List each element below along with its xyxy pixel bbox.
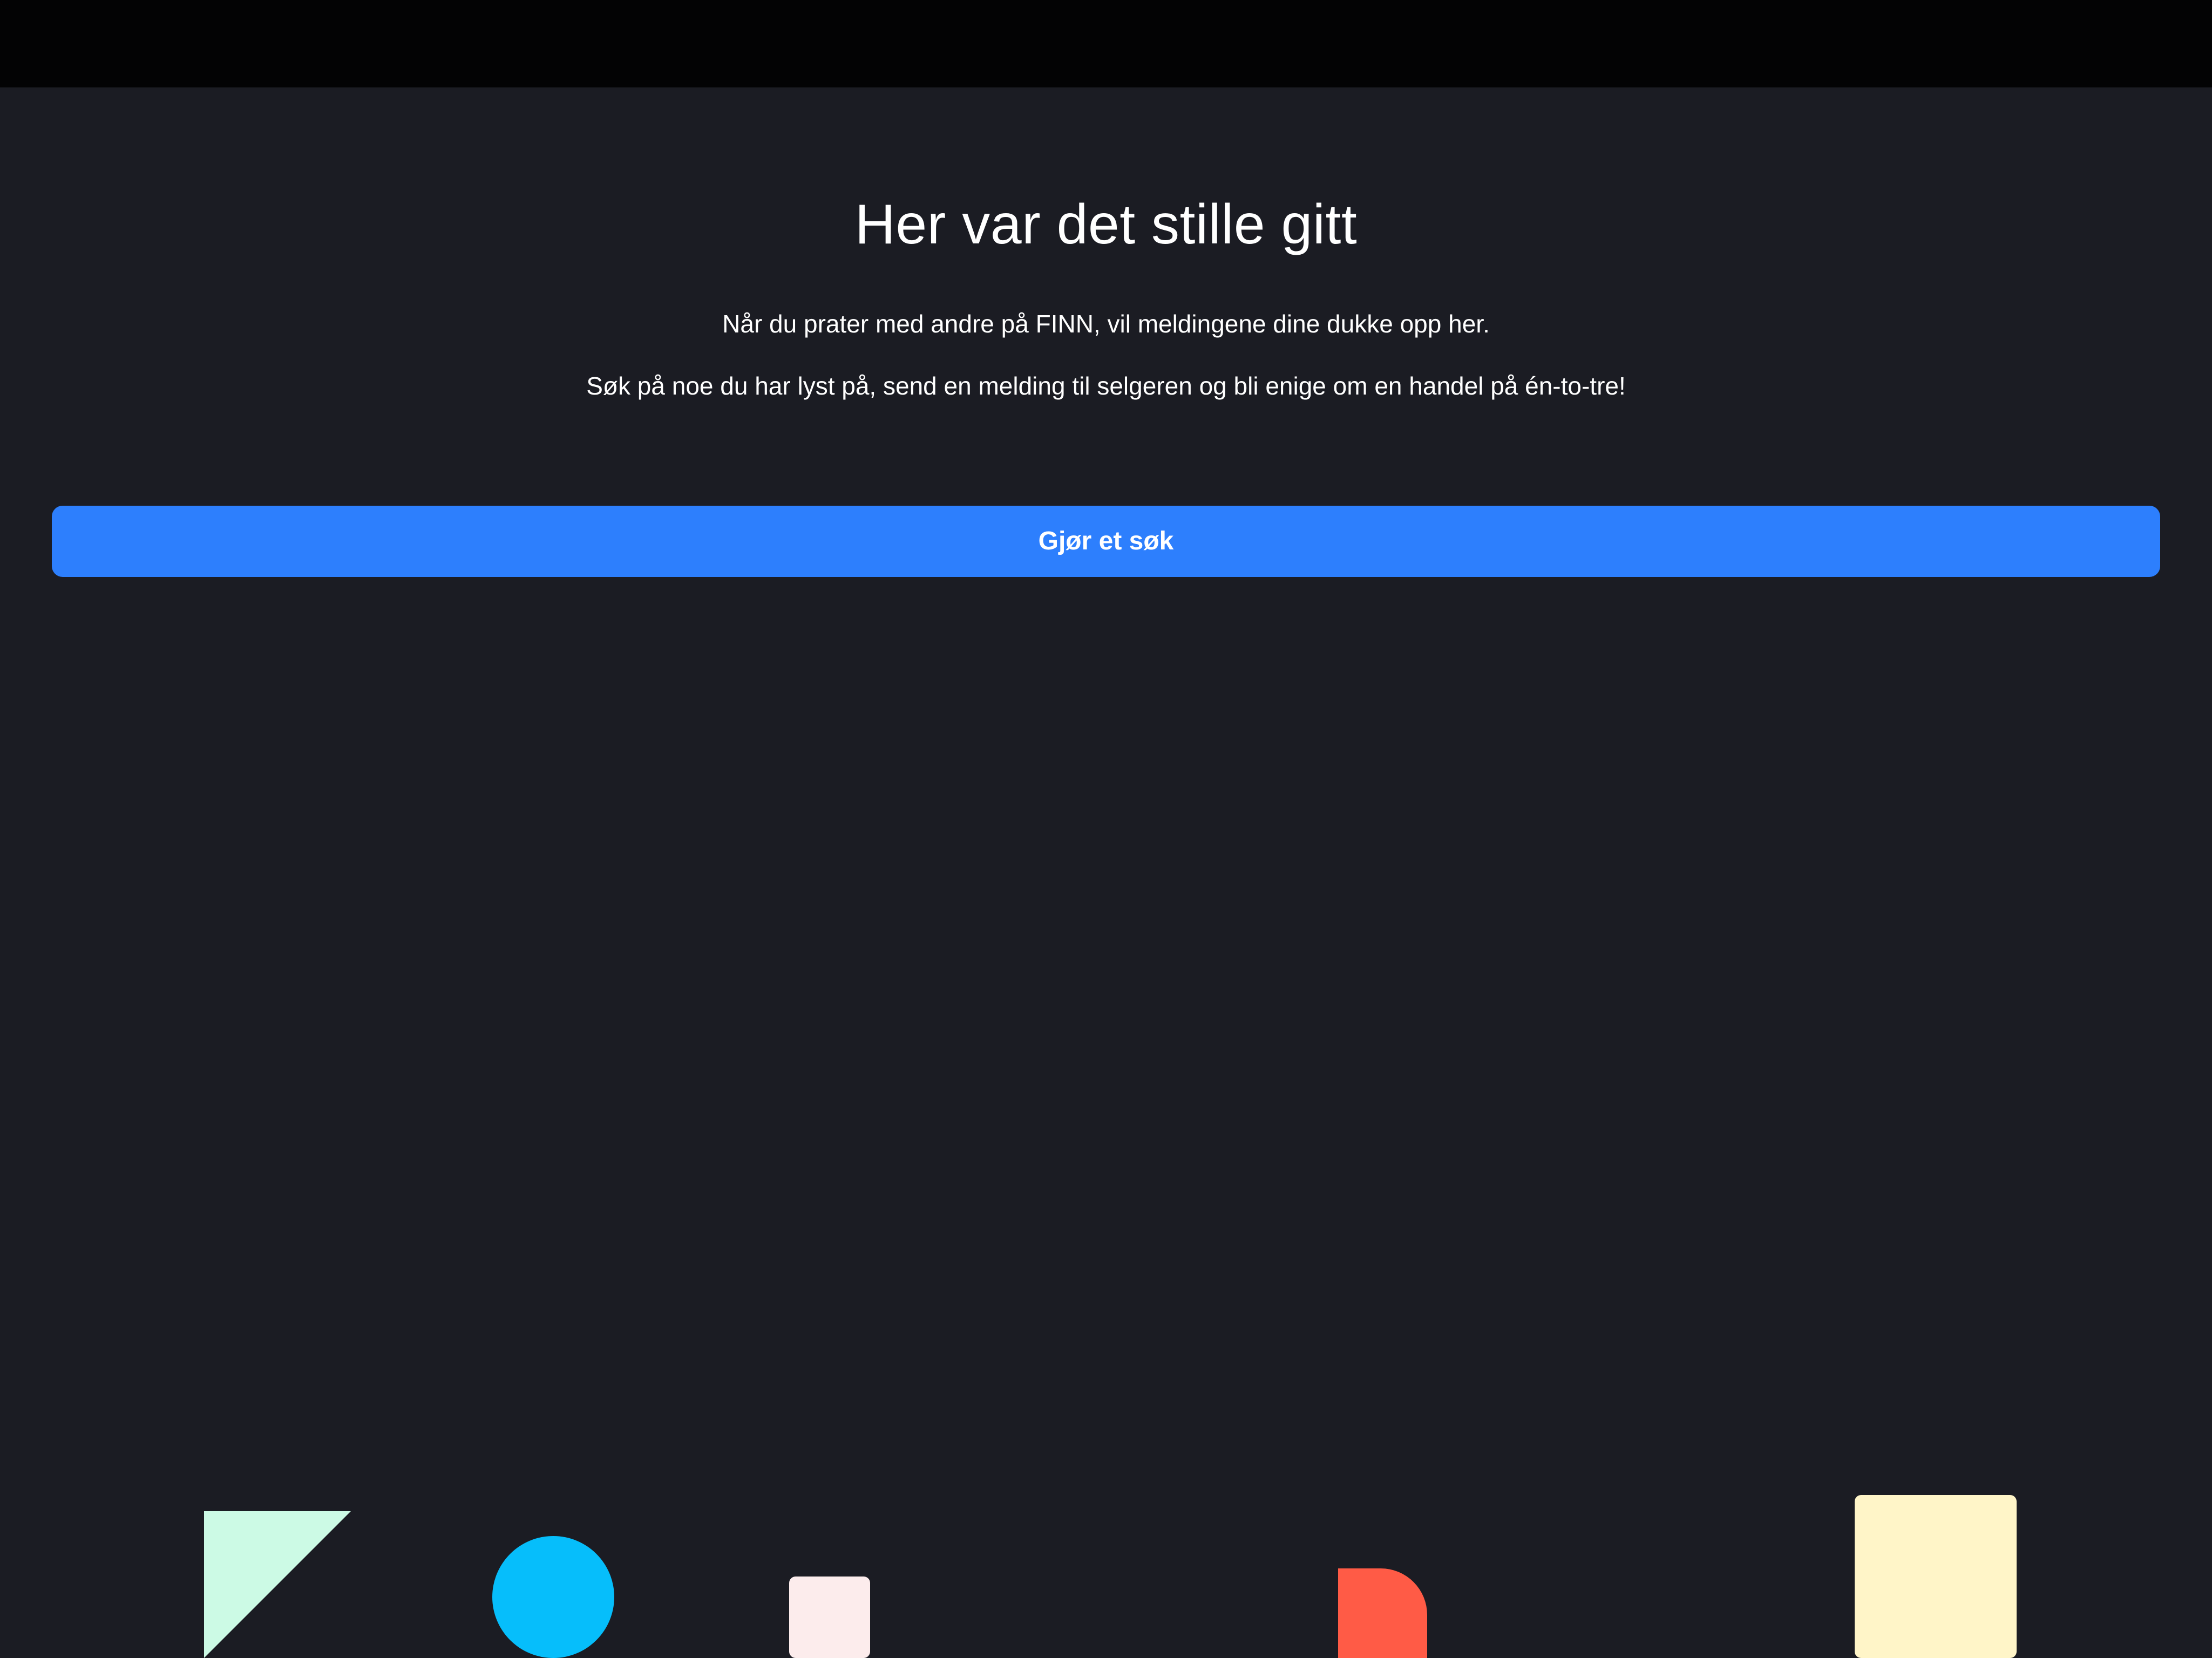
small-square-shape xyxy=(789,1577,870,1658)
circle-shape xyxy=(492,1536,614,1658)
empty-state-description: Når du prater med andre på FINN, vil mel… xyxy=(722,310,1490,338)
search-button[interactable]: Gjør et søk xyxy=(52,506,2160,577)
decorative-shapes xyxy=(0,1457,2212,1658)
large-square-shape xyxy=(1855,1495,2017,1658)
arch-shape xyxy=(1338,1568,1427,1658)
empty-state-hint: Søk på noe du har lyst på, send en meldi… xyxy=(586,372,1626,400)
status-bar xyxy=(0,0,2212,87)
empty-state-title: Her var det stille gitt xyxy=(854,193,1358,256)
triangle-shape xyxy=(204,1511,351,1658)
